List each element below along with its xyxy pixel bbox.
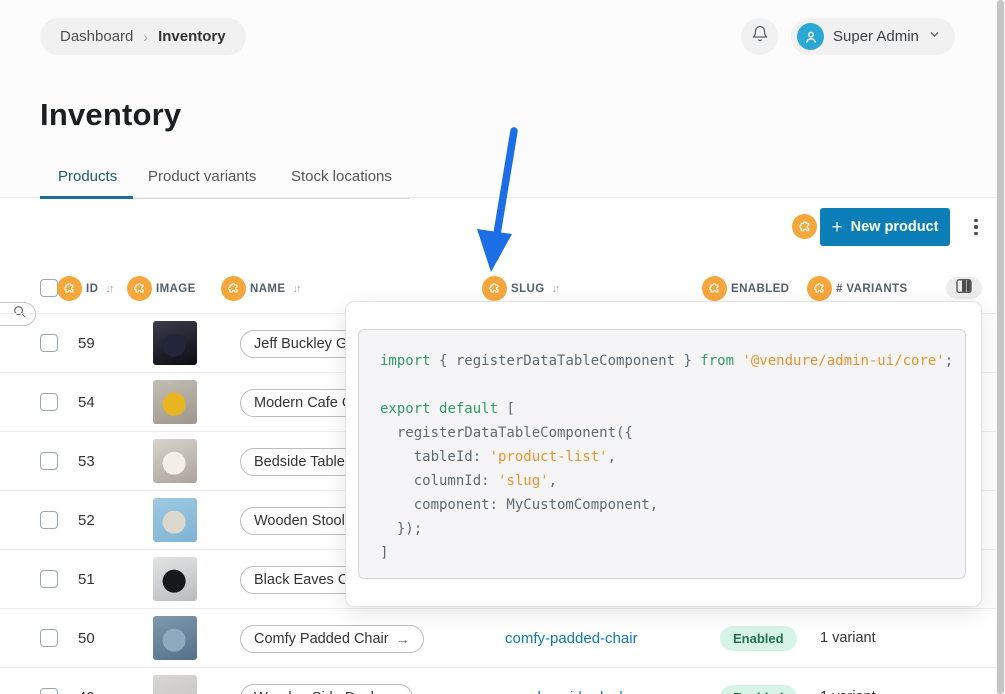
sort-icon[interactable]: ↓↑	[292, 283, 299, 295]
ui-extension-badge-icon[interactable]	[221, 276, 246, 301]
active-tab-underline	[40, 196, 133, 199]
column-label: SLUG	[511, 283, 545, 295]
bell-icon	[751, 25, 769, 48]
status-badge: Enabled	[720, 685, 797, 694]
notifications-button[interactable]	[741, 18, 778, 55]
ui-extension-badge-icon[interactable]	[807, 276, 832, 301]
row-checkbox[interactable]	[40, 688, 58, 694]
arrow-right-icon: →	[385, 690, 399, 694]
product-name-chip[interactable]: Comfy Padded Chair→	[240, 625, 424, 653]
column-label: ID	[86, 283, 98, 295]
column-label: NAME	[250, 283, 285, 295]
column-label: IMAGE	[156, 283, 196, 295]
column-label: # VARIANTS	[836, 283, 908, 295]
row-id: 53	[78, 453, 95, 470]
ui-extension-badge-icon[interactable]	[127, 276, 152, 301]
product-image	[153, 557, 197, 601]
code-block: import { registerDataTableComponent } fr…	[358, 329, 966, 579]
row-checkbox[interactable]	[40, 334, 58, 352]
ui-extension-badge-icon[interactable]	[702, 276, 727, 301]
product-slug-link[interactable]: comfy-padded-chair	[505, 630, 638, 647]
tab-stock-locations[interactable]: Stock locations	[291, 168, 392, 185]
sort-icon[interactable]: ↓↑	[105, 283, 112, 295]
tab-products[interactable]: Products	[58, 168, 117, 185]
row-checkbox[interactable]	[40, 393, 58, 411]
row-checkbox[interactable]	[40, 511, 58, 529]
status-badge: Enabled	[720, 626, 797, 651]
column-label: ENABLED	[731, 283, 789, 295]
row-id: 49	[78, 689, 95, 694]
table-row[interactable]: 50 Comfy Padded Chair→ comfy-padded-chai…	[0, 608, 997, 667]
ui-extension-badge-icon[interactable]	[57, 276, 82, 301]
arrow-right-icon: →	[396, 631, 410, 647]
user-menu[interactable]: Super Admin	[791, 18, 955, 55]
row-id: 50	[78, 630, 95, 647]
scrollbar-thumb[interactable]	[997, 0, 1004, 694]
row-id: 54	[78, 394, 95, 411]
product-image	[153, 439, 197, 483]
new-product-label: New product	[851, 219, 939, 235]
sort-icon[interactable]: ↓↑	[552, 283, 559, 295]
product-image	[153, 498, 197, 542]
product-name-chip[interactable]: Wooden Side Desk→	[240, 684, 413, 694]
select-all-checkbox[interactable]	[40, 279, 58, 297]
plus-icon: +	[832, 218, 843, 237]
code-snippet-popup: import { registerDataTableComponent } fr…	[345, 301, 982, 607]
row-id: 52	[78, 512, 95, 529]
chevron-down-icon	[928, 28, 941, 46]
user-name: Super Admin	[833, 28, 919, 45]
breadcrumb-inventory[interactable]: Inventory	[158, 28, 226, 45]
product-slug-link[interactable]: wooden-side-desk	[505, 689, 627, 694]
row-id: 51	[78, 571, 95, 588]
page-title: Inventory	[40, 97, 181, 133]
avatar	[797, 23, 824, 50]
product-image	[153, 675, 197, 694]
breadcrumb-separator-icon: ›	[143, 29, 148, 45]
row-id: 59	[78, 335, 95, 352]
ui-extension-badge-icon[interactable]	[482, 276, 507, 301]
columns-icon	[956, 279, 972, 298]
column-header-slug[interactable]: SLUG ↓↑	[482, 276, 559, 301]
column-header-variants[interactable]: # VARIANTS	[807, 276, 908, 301]
product-image	[153, 321, 197, 365]
scrollbar[interactable]	[996, 0, 1005, 694]
table-row[interactable]: 49 Wooden Side Desk→ wooden-side-desk En…	[0, 667, 997, 694]
column-header-name[interactable]: NAME ↓↑	[221, 276, 299, 301]
row-checkbox[interactable]	[40, 452, 58, 470]
new-product-button[interactable]: + New product	[820, 208, 950, 246]
column-header-id[interactable]: ID ↓↑	[57, 276, 112, 301]
product-image	[153, 380, 197, 424]
column-header-enabled[interactable]: ENABLED	[702, 276, 789, 301]
breadcrumb-dashboard[interactable]: Dashboard	[60, 28, 133, 45]
column-picker-button[interactable]	[946, 277, 982, 299]
tab-product-variants[interactable]: Product variants	[148, 168, 256, 185]
variant-count: 1 variant	[820, 689, 876, 694]
column-header-image[interactable]: IMAGE	[127, 276, 196, 301]
row-checkbox[interactable]	[40, 629, 58, 647]
product-image	[153, 616, 197, 660]
vendure-admin-app: Dashboard › Inventory Super Admin Invent…	[0, 0, 1005, 694]
variant-count: 1 variant	[820, 630, 876, 646]
more-actions-button[interactable]	[966, 212, 986, 242]
row-checkbox[interactable]	[40, 570, 58, 588]
breadcrumb: Dashboard › Inventory	[40, 18, 246, 55]
ui-extension-badge-icon[interactable]	[792, 214, 817, 239]
